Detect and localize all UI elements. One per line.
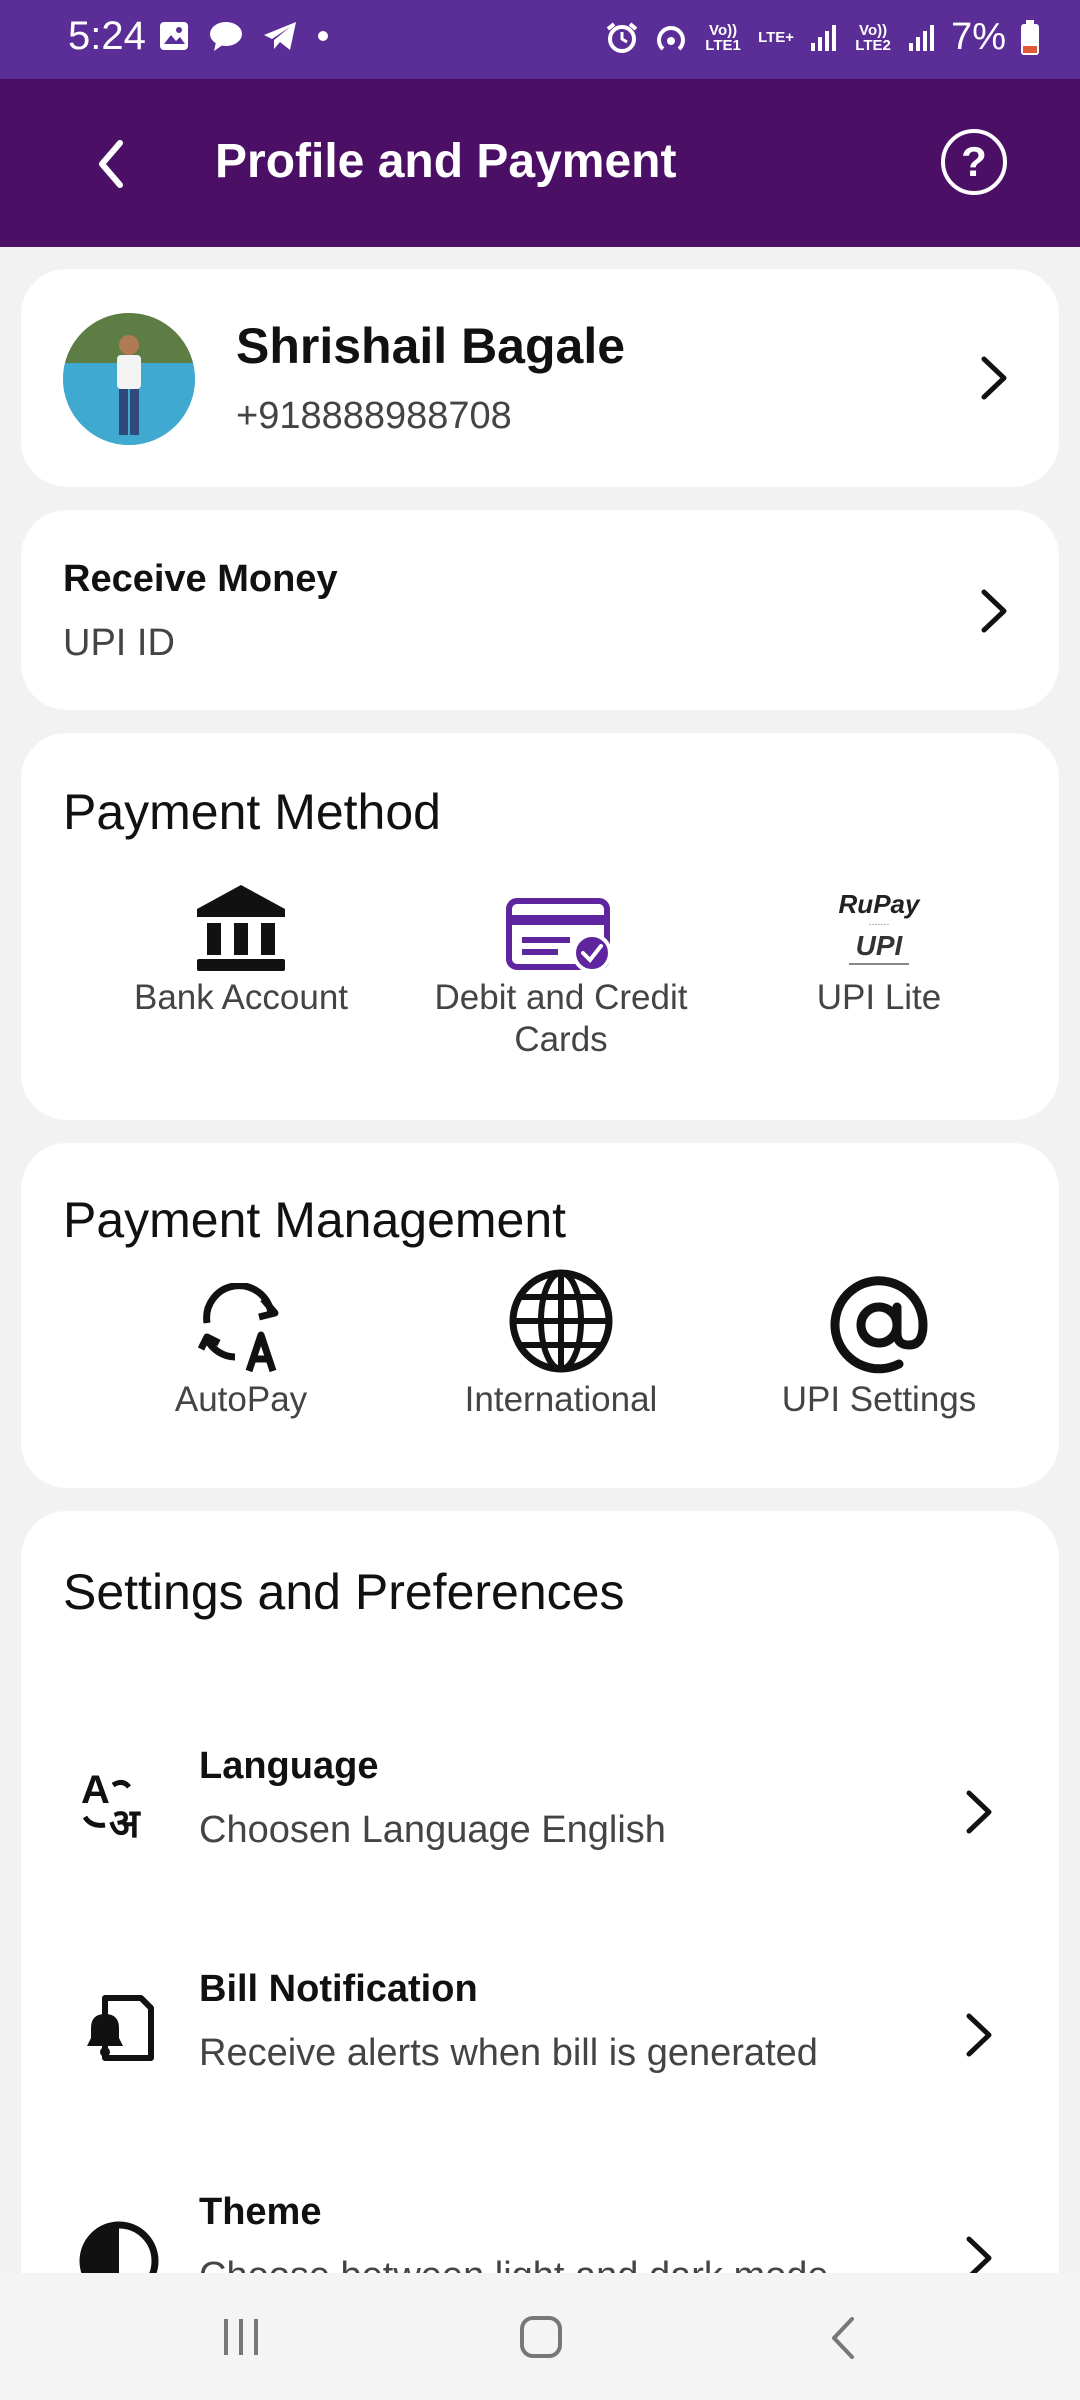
- back-arrow-icon[interactable]: [84, 129, 136, 199]
- status-bar: 5:24 Vo)) LTE1 LTE+ Vo)) LTE2 7%: [0, 0, 1080, 79]
- status-time: 5:24: [68, 14, 146, 58]
- at-icon: [830, 1276, 928, 1374]
- signal-icon: [909, 24, 935, 51]
- payment-management-title: Payment Management: [63, 1192, 567, 1248]
- upi-id-label: UPI ID: [63, 622, 175, 664]
- lte-label: LTE+: [758, 29, 795, 46]
- upi-lite-tile[interactable]: RuPay ······· UPI UPI Lite: [719, 881, 1039, 1019]
- bill-notification-title: Bill Notification: [199, 1968, 478, 2010]
- gallery-icon: [160, 22, 188, 50]
- payment-method-title: Payment Method: [63, 784, 441, 840]
- receive-money-card[interactable]: Receive Money UPI ID: [21, 510, 1059, 710]
- bill-notification-icon: [87, 1995, 154, 2061]
- language-title: Language: [199, 1745, 379, 1787]
- signal-icon: [811, 24, 837, 51]
- language-subtitle: Choosen Language English: [199, 1809, 666, 1851]
- hotspot-icon: [657, 25, 686, 50]
- chevron-right-icon: [966, 2013, 992, 2057]
- telegram-icon: [264, 22, 296, 50]
- payment-management-card: Payment Management AutoPay International: [21, 1143, 1059, 1488]
- sim1-label: Vo)) LTE1: [705, 21, 741, 54]
- international-tile[interactable]: International: [401, 1269, 721, 1421]
- help-icon[interactable]: ?: [941, 129, 1007, 195]
- receive-money-title: Receive Money: [63, 558, 338, 600]
- profile-phone: +918888988708: [236, 395, 512, 437]
- system-nav-bar: [0, 2273, 1080, 2400]
- settings-title: Settings and Preferences: [63, 1564, 625, 1620]
- payment-method-card: Payment Method Bank Account Debit and Cr…: [21, 733, 1059, 1120]
- autopay-tile[interactable]: AutoPay: [81, 1283, 401, 1421]
- battery-percent: 7%: [951, 16, 1006, 58]
- profile-card[interactable]: Shrishail Bagale +918888988708: [21, 269, 1059, 487]
- bank-account-label: Bank Account: [133, 978, 349, 1017]
- app-bar: Profile and Payment ?: [0, 79, 1080, 247]
- page-title: Profile and Payment: [215, 135, 677, 188]
- bill-notification-subtitle: Receive alerts when bill is generated: [199, 2032, 818, 2074]
- rupay-upi-icon: RuPay ······· UPI: [834, 891, 924, 973]
- language-row[interactable]: A अ Language Choosen Language English: [21, 1745, 1059, 1925]
- globe-icon: [509, 1269, 613, 1373]
- svg-text:अ: अ: [109, 1801, 141, 1845]
- notification-icons: [158, 20, 330, 52]
- international-label: International: [464, 1380, 658, 1419]
- recent-apps-icon[interactable]: [220, 2315, 262, 2359]
- system-icons: Vo)) LTE1 LTE+ Vo)) LTE2 7%: [605, 16, 1040, 59]
- rupay-logo: RuPay: [838, 889, 920, 919]
- dot-icon: [318, 31, 328, 41]
- avatar: [63, 313, 195, 445]
- chat-icon: [210, 22, 242, 51]
- back-nav-icon[interactable]: [828, 2315, 860, 2361]
- battery-icon: [1021, 19, 1039, 55]
- bank-icon: [197, 885, 285, 971]
- sim2-label: Vo)) LTE2: [855, 21, 891, 54]
- chevron-right-icon: [981, 356, 1007, 400]
- chevron-right-icon: [981, 589, 1007, 633]
- card-icon: [506, 898, 612, 973]
- upi-settings-label: UPI Settings: [781, 1380, 977, 1419]
- settings-card: Settings and Preferences A अ Language Ch…: [21, 1511, 1059, 2331]
- cards-label: Debit and Credit Cards: [434, 978, 688, 1059]
- chevron-right-icon: [966, 1790, 992, 1834]
- upi-lite-label: UPI Lite: [816, 978, 942, 1017]
- autopay-label: AutoPay: [174, 1380, 308, 1419]
- home-icon[interactable]: [519, 2315, 563, 2359]
- language-icon: A अ: [81, 1768, 141, 1845]
- upi-logo: UPI: [855, 930, 903, 961]
- bank-account-tile[interactable]: Bank Account: [81, 881, 401, 1019]
- bill-notification-row[interactable]: Bill Notification Receive alerts when bi…: [21, 1968, 1059, 2148]
- theme-title: Theme: [199, 2191, 322, 2233]
- alarm-icon: [606, 21, 638, 53]
- autopay-icon: [197, 1283, 279, 1373]
- profile-name: Shrishail Bagale: [236, 318, 626, 374]
- svg-text:A: A: [81, 1768, 110, 1812]
- cards-tile[interactable]: Debit and Credit Cards: [401, 881, 721, 1061]
- upi-settings-tile[interactable]: UPI Settings: [719, 1276, 1039, 1421]
